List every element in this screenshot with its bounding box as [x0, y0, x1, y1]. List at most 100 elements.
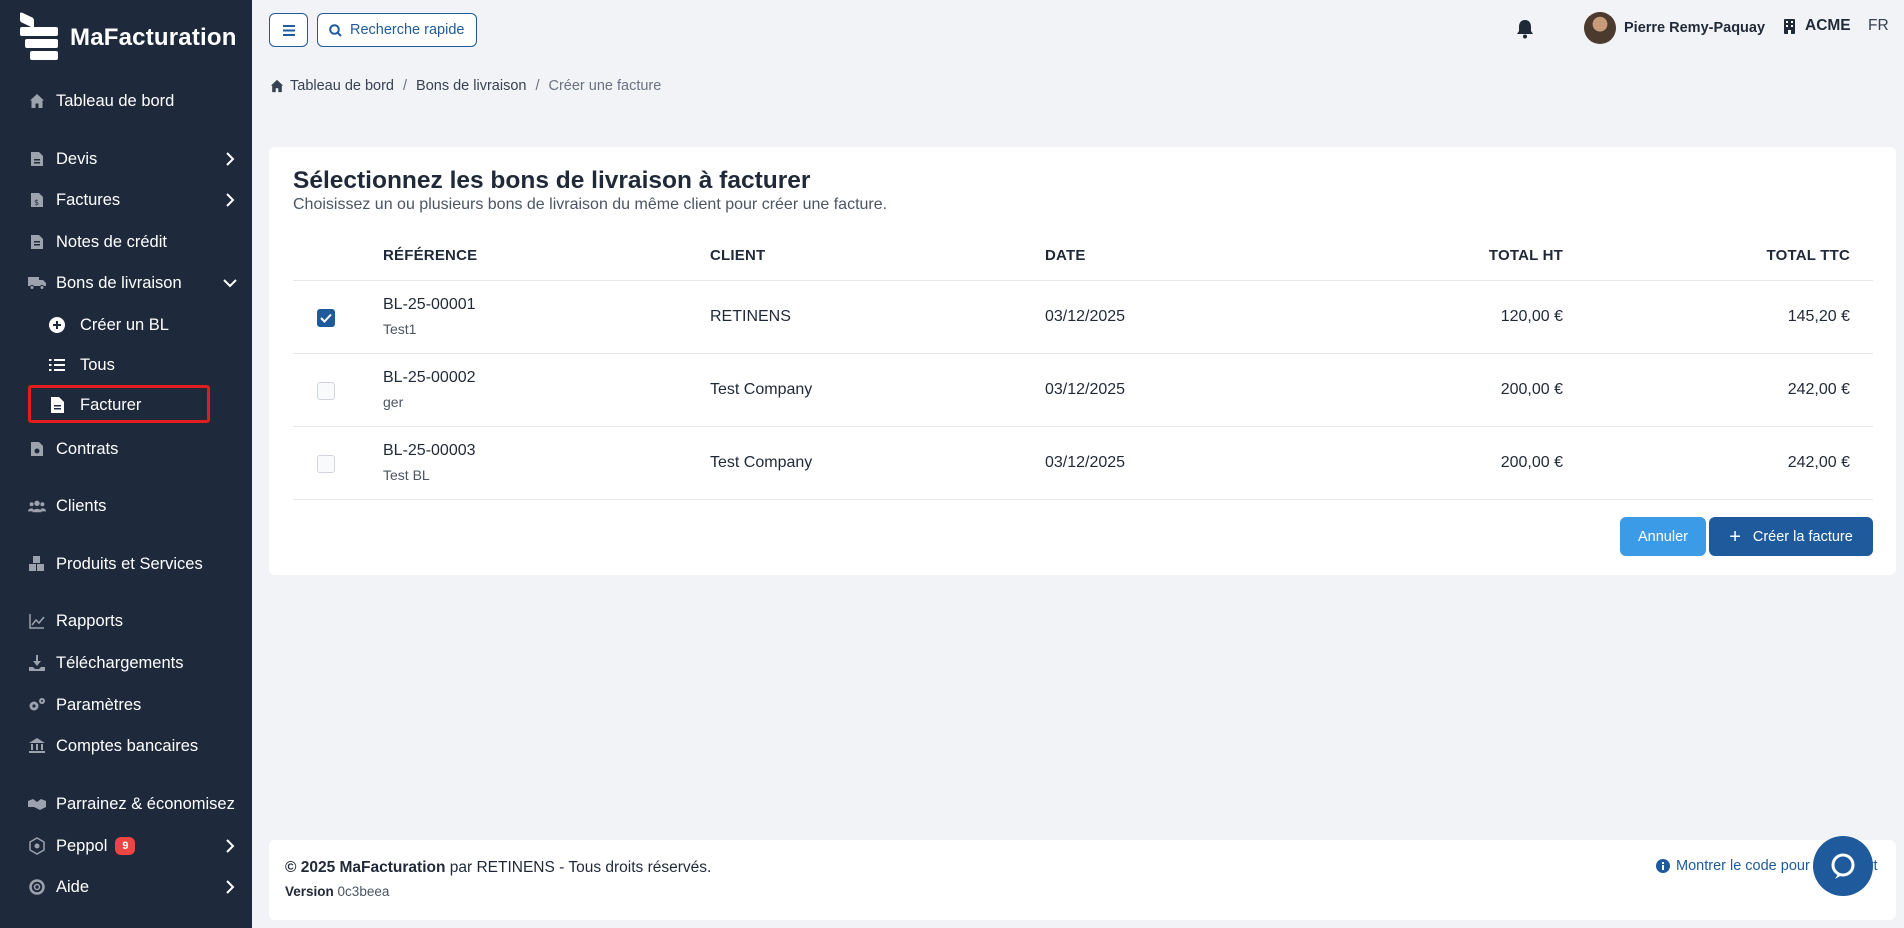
contract-icon [28, 440, 46, 458]
logo-icon [20, 11, 58, 61]
sidebar-item-label: Factures [56, 190, 121, 209]
hamburger-icon [282, 24, 295, 36]
sidebar-item-contracts[interactable]: Contrats [28, 433, 238, 465]
sidebar-item-devis[interactable]: Devis [28, 143, 238, 175]
version-label: Version [285, 884, 334, 899]
sidebar-item-referral[interactable]: Parrainez & économisez [28, 788, 253, 820]
sidebar-item-label: Notes de crédit [56, 232, 167, 251]
row-note: Test1 [383, 321, 417, 337]
chevron-down-icon [223, 279, 237, 288]
sidebar-item-delivery-notes[interactable]: Bons de livraison [28, 267, 238, 299]
user-menu[interactable]: Pierre Remy-Paquay [1584, 12, 1765, 44]
credit-note-icon [28, 233, 46, 251]
chevron-right-icon [226, 193, 235, 207]
app-logo[interactable]: MaFacturation [20, 8, 237, 68]
column-header-client: CLIENT [710, 247, 766, 264]
breadcrumb-section-link[interactable]: Bons de livraison [416, 78, 526, 94]
sidebar-item-bank-accounts[interactable]: Comptes bancaires [28, 730, 238, 762]
home-icon [270, 79, 284, 93]
row-reference: BL-25-00003 [383, 442, 476, 459]
sidebar-item-factures[interactable]: $ Factures [28, 184, 238, 216]
page-subtitle: Choisissez un ou plusieurs bons de livra… [293, 196, 888, 213]
sidebar-item-dashboard[interactable]: Tableau de bord [28, 85, 238, 117]
help-icon [28, 878, 46, 896]
sidebar-item-label: Téléchargements [56, 653, 184, 672]
sidebar-item-peppol[interactable]: Peppol 9 [28, 830, 238, 862]
menu-toggle-button[interactable] [269, 13, 308, 47]
sidebar-item-reports[interactable]: Rapports [28, 605, 238, 637]
row-total-ttc: 242,00 € [1787, 454, 1850, 471]
row-total-ttc: 242,00 € [1787, 381, 1850, 398]
breadcrumb-separator: / [403, 78, 408, 94]
sidebar-item-label: Bons de livraison [56, 273, 182, 292]
sidebar-item-label: Aide [56, 877, 90, 896]
sidebar-subitem-label: Tous [80, 355, 115, 374]
row-date: 03/12/2025 [1045, 454, 1126, 471]
gears-icon [28, 696, 46, 714]
footer: © 2025 MaFacturation par RETINENS - Tous… [269, 840, 1896, 920]
quick-search-button[interactable]: Recherche rapide [317, 13, 477, 47]
column-header-total-ttc: TOTAL TTC [1766, 247, 1850, 264]
row-checkbox[interactable] [317, 382, 335, 400]
breadcrumb-separator: / [535, 78, 540, 94]
users-icon [28, 497, 46, 515]
sidebar-item-credit-notes[interactable]: Notes de crédit [28, 226, 238, 258]
row-total-ttc: 145,20 € [1787, 308, 1850, 325]
app-name: MaFacturation [70, 24, 237, 51]
cancel-button[interactable]: Annuler [1620, 517, 1706, 556]
row-reference: BL-25-00002 [383, 369, 476, 386]
column-header-total-ht: TOTAL HT [1488, 247, 1563, 264]
sidebar-item-help[interactable]: Aide [28, 871, 238, 903]
chevron-right-icon [226, 880, 235, 894]
list-icon [48, 356, 66, 374]
delivery-notes-card: Sélectionnez les bons de livraison à fac… [269, 147, 1896, 575]
info-icon [1656, 859, 1670, 873]
sidebar-item-label: Contrats [56, 439, 119, 458]
chat-widget-button[interactable] [1813, 836, 1873, 896]
quick-search-label: Recherche rapide [350, 22, 465, 38]
sidebar: MaFacturation Tableau de bord Devis $ Fa… [0, 0, 252, 928]
plus-circle-icon [48, 316, 66, 334]
chevron-right-icon [226, 152, 235, 166]
row-total-ht: 200,00 € [1500, 454, 1563, 471]
breadcrumb-home-link[interactable]: Tableau de bord [290, 78, 394, 94]
notifications-bell-icon[interactable] [1514, 18, 1536, 40]
table-divider [293, 280, 1873, 281]
breadcrumb: Tableau de bord / Bons de livraison / Cr… [270, 78, 661, 94]
sidebar-item-clients[interactable]: Clients [28, 490, 238, 522]
sidebar-item-label: Peppol [56, 836, 108, 855]
row-client: Test Company [710, 454, 813, 471]
svg-text:$: $ [34, 198, 39, 207]
sidebar-item-products[interactable]: Produits et Services [28, 548, 238, 580]
notification-badge: 9 [115, 837, 136, 855]
chat-icon [1831, 853, 1855, 879]
footer-brand: © 2025 MaFacturation [285, 859, 446, 876]
sidebar-item-downloads[interactable]: Téléchargements [28, 647, 238, 679]
company-switcher[interactable]: ACME [1784, 17, 1851, 35]
language-selector[interactable]: FR [1868, 17, 1889, 35]
active-item-highlight [28, 385, 210, 423]
sidebar-item-label: Clients [56, 496, 107, 515]
create-invoice-button[interactable]: + Créer la facture [1709, 517, 1873, 556]
sidebar-item-label: Paramètres [56, 695, 142, 714]
footer-version: Version 0c3beea [285, 884, 389, 899]
create-invoice-label: Créer la facture [1752, 528, 1853, 545]
row-total-ht: 120,00 € [1500, 308, 1563, 325]
row-checkbox[interactable] [317, 309, 335, 327]
truck-icon [28, 274, 46, 292]
invoice-icon: $ [28, 191, 46, 209]
row-client: RETINENS [710, 308, 791, 325]
handshake-icon [28, 795, 46, 813]
sidebar-item-label: Devis [56, 149, 98, 168]
topbar: Recherche rapide Pierre Remy-Paquay ACME… [252, 0, 1904, 58]
column-header-date: DATE [1045, 247, 1086, 264]
row-checkbox[interactable] [317, 455, 335, 473]
sidebar-subitem-all[interactable]: Tous [48, 349, 208, 381]
building-icon [1784, 18, 1795, 34]
document-icon [28, 150, 46, 168]
sidebar-item-settings[interactable]: Paramètres [28, 689, 238, 721]
breadcrumb-current: Créer une facture [548, 78, 662, 94]
checkmark-icon [320, 313, 332, 323]
sidebar-item-label: Tableau de bord [56, 91, 175, 110]
sidebar-subitem-create-bl[interactable]: Créer un BL [48, 309, 208, 341]
